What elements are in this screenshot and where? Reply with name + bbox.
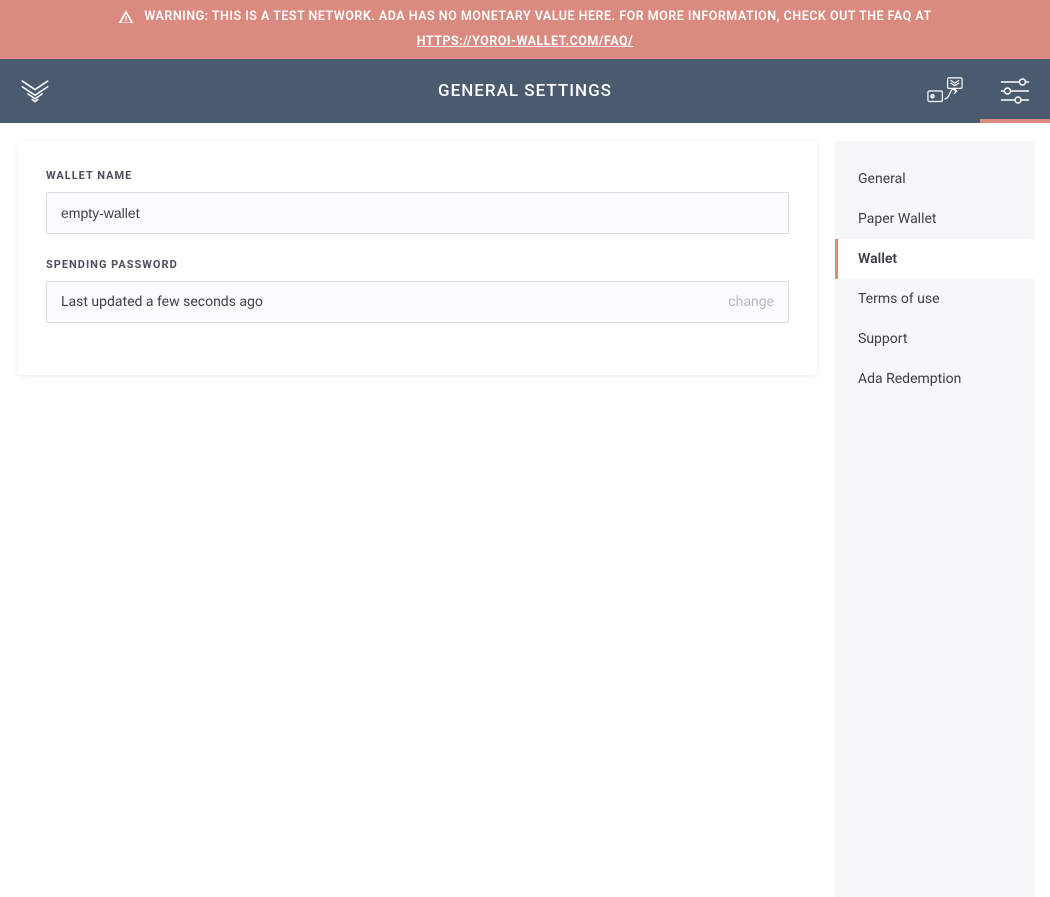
- change-password-link[interactable]: change: [728, 294, 774, 310]
- sidebar-item-general[interactable]: General: [835, 159, 1035, 199]
- sidebar-item-label: Ada Redemption: [858, 371, 961, 387]
- settings-sidebar: General Paper Wallet Wallet Terms of use…: [835, 141, 1035, 897]
- spending-password-group: SPENDING PASSWORD Last updated a few sec…: [46, 258, 789, 323]
- spending-password-field: Last updated a few seconds ago change: [46, 281, 789, 323]
- wallet-name-input[interactable]: [46, 192, 789, 234]
- wallet-name-label: WALLET NAME: [46, 169, 789, 182]
- sidebar-item-label: Terms of use: [858, 291, 940, 307]
- wallet-name-group: WALLET NAME: [46, 169, 789, 234]
- page-title: GENERAL SETTINGS: [438, 81, 612, 101]
- settings-nav-button[interactable]: [980, 59, 1050, 123]
- warning-triangle-icon: [118, 9, 134, 25]
- sidebar-item-ada-redemption[interactable]: Ada Redemption: [835, 359, 1035, 399]
- test-network-warning-banner: WARNING: THIS IS A TEST NETWORK. ADA HAS…: [0, 0, 1050, 59]
- content-area: WALLET NAME SPENDING PASSWORD Last updat…: [0, 123, 1050, 897]
- settings-panel: WALLET NAME SPENDING PASSWORD Last updat…: [18, 141, 817, 375]
- warning-faq-link[interactable]: HTTPS://YOROI-WALLET.COM/FAQ/: [417, 32, 634, 51]
- sidebar-item-terms-of-use[interactable]: Terms of use: [835, 279, 1035, 319]
- sidebar-item-label: General: [858, 171, 906, 187]
- yoroi-logo-icon[interactable]: [0, 59, 70, 123]
- sidebar-item-label: Support: [858, 331, 907, 347]
- sidebar-item-paper-wallet[interactable]: Paper Wallet: [835, 199, 1035, 239]
- spending-password-status: Last updated a few seconds ago: [61, 294, 263, 310]
- warning-text: WARNING: THIS IS A TEST NETWORK. ADA HAS…: [144, 7, 931, 26]
- top-bar: GENERAL SETTINGS: [0, 59, 1050, 123]
- wallets-nav-button[interactable]: [910, 59, 980, 123]
- sidebar-item-label: Wallet: [858, 251, 897, 267]
- sidebar-item-label: Paper Wallet: [858, 211, 937, 227]
- spending-password-label: SPENDING PASSWORD: [46, 258, 789, 271]
- sidebar-item-support[interactable]: Support: [835, 319, 1035, 359]
- sidebar-item-wallet[interactable]: Wallet: [835, 239, 1035, 279]
